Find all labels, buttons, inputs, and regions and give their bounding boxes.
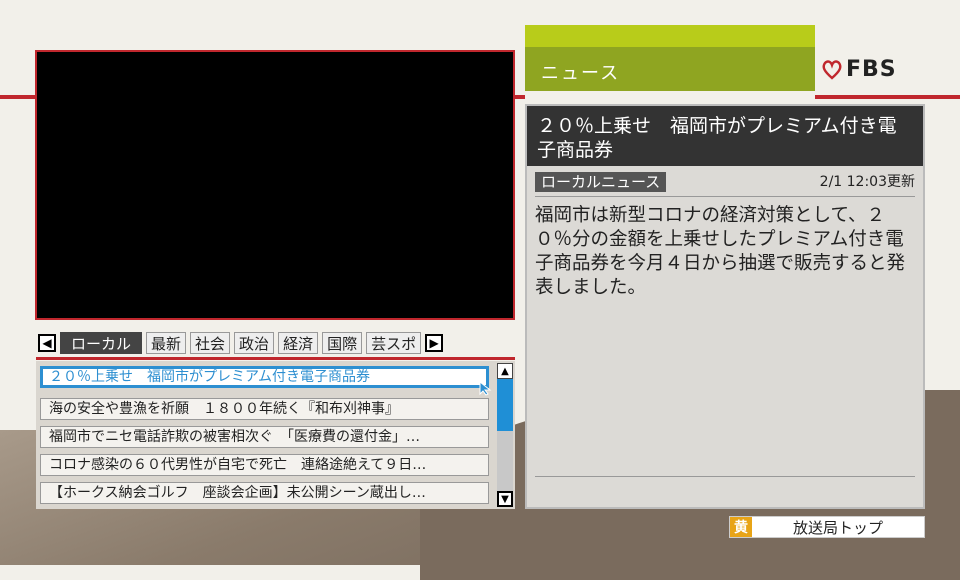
yellow-key-badge: 黄 xyxy=(730,517,752,537)
list-item[interactable]: コロナ感染の６０代男性が自宅で死亡 連絡途絶えて９日… xyxy=(40,454,489,476)
scroll-down-icon[interactable]: ▼ xyxy=(497,491,513,507)
chevron-right-icon[interactable]: ▶ xyxy=(425,334,444,352)
list-item[interactable]: ２０％上乗せ 福岡市がプレミアム付き電子商品券 xyxy=(40,366,489,388)
tab-international[interactable]: 国際 xyxy=(322,332,363,354)
tab-local[interactable]: ローカル xyxy=(60,332,143,354)
list-item[interactable]: 海の安全や豊漁を祈願 １８００年続く『和布刈神事』 xyxy=(40,398,489,420)
station-top-button[interactable]: 黄 放送局トップ xyxy=(729,516,925,538)
chevron-left-icon[interactable]: ◀ xyxy=(38,334,56,352)
fbs-logo: FBS xyxy=(820,52,897,86)
tab-economy[interactable]: 経済 xyxy=(278,332,319,354)
article-timestamp: 2/1 12:03更新 xyxy=(819,174,915,190)
tab-society[interactable]: 社会 xyxy=(190,332,231,354)
station-top-label: 放送局トップ xyxy=(792,518,883,537)
section-title: ニュース xyxy=(541,63,621,84)
article-title: ２０％上乗せ 福岡市がプレミアム付き電子商品券 xyxy=(527,106,923,166)
header-divider-right xyxy=(815,95,960,99)
list-item[interactable]: 福岡市でニセ電話詐欺の被害相次ぐ 「医療費の還付金」… xyxy=(40,426,489,448)
article-body: 福岡市は新型コロナの経済対策として、２０％分の金額を上乗せしたプレミアム付き電子… xyxy=(535,205,906,298)
divider xyxy=(535,476,915,477)
logo-text: FBS xyxy=(846,56,897,82)
article-category-badge: ローカルニュース xyxy=(535,172,667,192)
list-scrollbar[interactable]: ▲ ▼ xyxy=(497,363,513,507)
divider xyxy=(535,196,915,197)
category-tabs: ◀ ローカル 最新 社会 政治 経済 国際 芸スポ ▶ xyxy=(38,331,514,355)
tab-entertainment-sports[interactable]: 芸スポ xyxy=(366,332,422,354)
news-header-band xyxy=(525,25,815,47)
tabs-underline xyxy=(36,357,515,360)
pointer-cursor-icon xyxy=(479,380,492,396)
video-player[interactable] xyxy=(35,50,515,320)
list-item[interactable]: 【ホークス納会ゴルフ 座談会企画】未公開シーン蔵出し… xyxy=(40,482,489,504)
tab-latest[interactable]: 最新 xyxy=(146,332,187,354)
article-panel: ２０％上乗せ 福岡市がプレミアム付き電子商品券 ローカルニュース 2/1 12:… xyxy=(525,104,925,509)
tab-politics[interactable]: 政治 xyxy=(234,332,275,354)
scroll-up-icon[interactable]: ▲ xyxy=(497,363,513,379)
scroll-thumb[interactable] xyxy=(497,379,513,431)
news-list: ２０％上乗せ 福岡市がプレミアム付き電子商品券 海の安全や豊漁を祈願 １８００年… xyxy=(36,361,515,509)
heart-icon xyxy=(822,60,842,80)
news-header: ニュース xyxy=(525,25,815,91)
